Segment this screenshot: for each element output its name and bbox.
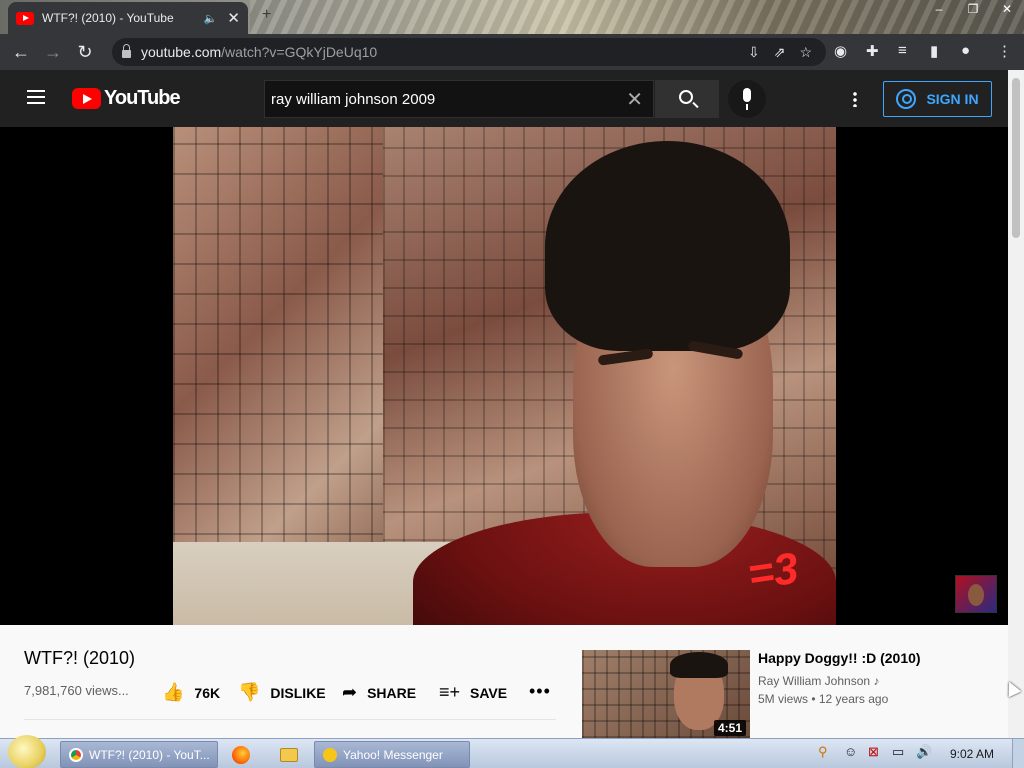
music-note-icon: ♪ — [873, 674, 880, 688]
like-button[interactable]: 👍 76K — [162, 682, 220, 703]
chrome-icon — [69, 747, 83, 762]
share-page-icon[interactable]: ⇗ — [774, 44, 786, 61]
display-tray-icon[interactable]: ▭ — [892, 744, 904, 760]
new-tab-icon[interactable]: + — [262, 6, 271, 24]
page-scrollbar[interactable] — [1008, 70, 1024, 738]
url-path: /watch?v=GQkYjDeUq10 — [221, 44, 378, 60]
forward-icon[interactable]: → — [37, 42, 69, 63]
media-control-icon[interactable]: ≡ — [898, 42, 907, 59]
related-video-title[interactable]: Happy Doggy!! :D (2010) — [758, 650, 921, 666]
more-actions-icon[interactable]: ••• — [529, 681, 551, 702]
channel-watermark[interactable] — [955, 575, 997, 613]
save-button[interactable]: ≡+ SAVE — [439, 682, 507, 703]
share-button[interactable]: ➦ SHARE — [342, 682, 416, 703]
taskbar-item-yahoo-messenger[interactable]: Yahoo! Messenger — [314, 741, 470, 768]
youtube-favicon-icon — [16, 11, 34, 25]
back-icon[interactable]: ← — [5, 42, 37, 63]
sign-in-label: SIGN IN — [926, 91, 979, 107]
firefox-icon[interactable] — [232, 746, 250, 764]
like-count: 76K — [194, 684, 221, 701]
restore-icon[interactable]: ❐ — [956, 0, 990, 20]
related-channel-text: Ray William Johnson — [758, 674, 871, 688]
search-tray-icon[interactable]: ⚲ — [818, 744, 828, 760]
share-arrow-icon: ➦ — [342, 682, 358, 702]
lock-icon — [122, 43, 131, 58]
screen: WTF?! (2010) - YouTube 🔈 ✕ + – ❐ ✕ ← → ↻… — [0, 0, 1024, 768]
browser-toolbar: ← → ↻ youtube.com/watch?v=GQkYjDeUq10 ⇩ … — [0, 34, 1024, 70]
settings-more-icon[interactable] — [853, 91, 857, 107]
folder-icon[interactable] — [280, 748, 298, 762]
playlist-add-icon: ≡+ — [439, 682, 461, 702]
taskbar-item-label: Yahoo! Messenger — [343, 747, 443, 762]
browser-menu-icon[interactable]: ⋮ — [997, 42, 1012, 60]
taskbar-item-label: WTF?! (2010) - YouT... — [89, 747, 210, 762]
related-channel-name[interactable]: Ray William Johnson ♪ — [758, 674, 879, 688]
voice-search-mic-icon[interactable] — [728, 80, 766, 118]
video-hair — [545, 141, 790, 351]
network-error-tray-icon[interactable]: ⊠ — [868, 744, 879, 760]
account-icon — [896, 89, 917, 109]
taskbar: WTF?! (2010) - YouT... Yahoo! Messenger … — [0, 735, 1024, 768]
youtube-logo[interactable]: YouTube — [72, 87, 181, 110]
logo-text: YouTube — [104, 87, 181, 109]
dislike-button[interactable]: 👎 DISLIKE — [238, 682, 326, 703]
youtube-header: YouTube ray william johnson 2009 ✕ SIGN … — [0, 70, 1008, 127]
close-window-icon[interactable]: ✕ — [990, 0, 1024, 20]
video-overlay-text: =3 — [744, 543, 802, 600]
view-count[interactable]: 7,981,760 views... — [24, 683, 129, 698]
tab-close-icon[interactable]: ✕ — [227, 9, 240, 27]
address-url[interactable]: youtube.com/watch?v=GQkYjDeUq10 — [141, 44, 748, 60]
yahoo-smiley-icon — [323, 747, 337, 762]
taskbar-item-chrome[interactable]: WTF?! (2010) - YouT... — [60, 741, 218, 768]
video-player[interactable]: =3 — [0, 127, 1008, 625]
reload-icon[interactable]: ↻ — [69, 42, 101, 63]
speaker-icon[interactable]: 🔈 — [204, 12, 218, 25]
smiley-tray-icon[interactable]: ☺ — [844, 744, 857, 759]
thumbs-down-icon: 👎 — [238, 682, 261, 702]
search-button[interactable] — [655, 80, 719, 118]
thumbnail-hair — [670, 652, 728, 678]
video-frame[interactable]: =3 — [173, 127, 836, 625]
dislike-label: DISLIKE — [270, 684, 326, 701]
hamburger-menu-icon[interactable] — [27, 90, 45, 104]
bookmark-star-icon[interactable]: ☆ — [799, 44, 812, 61]
thumbs-up-icon: 👍 — [162, 682, 185, 702]
share-label: SHARE — [367, 684, 417, 701]
video-title: WTF?! (2010) — [24, 648, 136, 668]
volume-tray-icon[interactable]: 🔊 — [916, 744, 932, 760]
minimize-icon[interactable]: – — [922, 0, 956, 20]
related-video-meta: 5M views • 12 years ago — [758, 692, 889, 706]
search-query[interactable]: ray william johnson 2009 — [271, 91, 626, 108]
search-input[interactable]: ray william johnson 2009 ✕ — [264, 80, 654, 118]
extension-flag-icon[interactable]: ◉ — [834, 42, 847, 60]
browser-tab[interactable]: WTF?! (2010) - YouTube 🔈 ✕ — [8, 2, 248, 34]
browser-tab-strip: WTF?! (2010) - YouTube 🔈 ✕ + – ❐ ✕ — [0, 0, 1024, 34]
window-controls: – ❐ ✕ — [922, 0, 1024, 20]
youtube-play-icon — [72, 88, 101, 109]
clock[interactable]: 9:02 AM — [950, 747, 994, 761]
extensions-puzzle-icon[interactable]: ✚ — [866, 42, 879, 60]
search-icon — [679, 90, 693, 104]
address-bar[interactable]: youtube.com/watch?v=GQkYjDeUq10 ⇩ ⇗ ☆ — [112, 38, 826, 66]
clear-search-icon[interactable]: ✕ — [626, 87, 643, 112]
start-button[interactable] — [8, 735, 46, 768]
save-label: SAVE — [470, 684, 508, 701]
sign-in-button[interactable]: SIGN IN — [883, 81, 992, 117]
duration-badge: 4:51 — [713, 720, 746, 736]
show-desktop-button[interactable] — [1012, 739, 1024, 768]
related-thumbnail[interactable]: 4:51 — [582, 650, 750, 738]
profile-avatar-icon[interactable]: ● — [961, 42, 970, 59]
url-host: youtube.com — [141, 44, 222, 60]
video-info-area: WTF?! (2010) 7,981,760 views... 👍 76K 👎 … — [0, 625, 1008, 738]
divider — [24, 719, 556, 720]
install-app-icon[interactable]: ⇩ — [748, 44, 760, 61]
side-panel-icon[interactable]: ▮ — [930, 42, 938, 60]
scrollbar-thumb[interactable] — [1012, 78, 1020, 238]
tab-title: WTF?! (2010) - YouTube — [42, 11, 174, 25]
